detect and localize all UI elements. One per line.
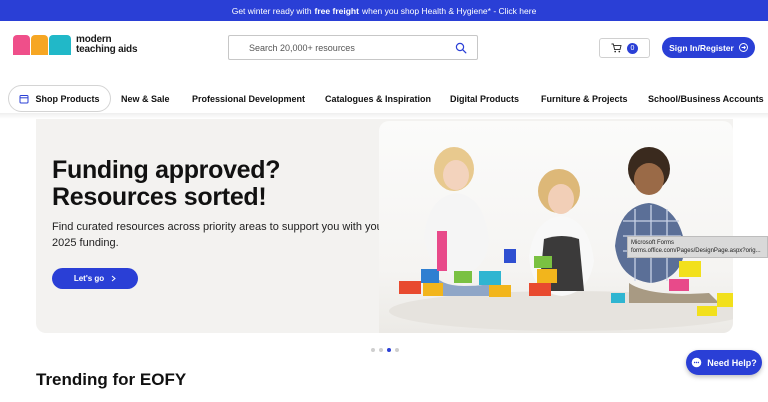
tooltip-title: Microsoft Forms (631, 240, 675, 246)
carousel-dot[interactable] (395, 348, 399, 352)
children-blocks-illustration-icon (389, 147, 733, 331)
cart-count-badge: 0 (627, 42, 638, 54)
carousel-dot[interactable] (379, 348, 383, 352)
search-icon[interactable] (455, 42, 467, 54)
shop-products-button[interactable]: Shop Products (8, 85, 111, 112)
search-box[interactable] (228, 35, 478, 60)
need-help-label: Need Help? (707, 357, 757, 368)
promo-banner[interactable]: Get winter ready with free freight when … (0, 0, 768, 21)
sign-in-register-button[interactable]: Sign In/Register (662, 37, 755, 58)
hero-title: Funding approved? Resources sorted! (52, 156, 281, 211)
trending-heading: Trending for EOFY (36, 370, 187, 389)
promo-suffix: when you shop Health & Hygiene* - Click … (361, 5, 537, 16)
link-preview-tooltip: Microsoft Forms forms.office.com/Pages/D… (627, 236, 768, 258)
main-nav: Shop Products New & Sale Professional De… (0, 85, 768, 113)
lets-go-label: Let's go (73, 274, 105, 283)
carousel-dots (371, 348, 399, 352)
chevron-right-icon (111, 275, 116, 282)
nav-item-new-sale[interactable]: New & Sale (121, 94, 170, 104)
carousel-dot[interactable] (371, 348, 375, 352)
nav-item-school-business-accounts[interactable]: School/Business Accounts (648, 94, 764, 104)
lets-go-button[interactable]: Let's go (52, 268, 138, 289)
promo-prefix: Get winter ready with (231, 5, 312, 16)
promo-bold: free freight (314, 5, 359, 16)
chat-bubble-icon (691, 357, 702, 368)
hero-title-line1: Funding approved? (52, 156, 281, 184)
nav-item-furniture-projects[interactable]: Furniture & Projects (541, 94, 628, 104)
arrow-right-circle-icon (738, 43, 748, 52)
nav-item-professional-development[interactable]: Professional Development (192, 94, 305, 104)
tooltip-url: forms.office.com/Pages/DesignPage.aspx?o… (631, 248, 761, 254)
hero-title-line2: Resources sorted! (52, 183, 267, 211)
sign-in-label: Sign In/Register (669, 42, 734, 53)
logo-line2: teaching aids (76, 44, 138, 55)
logo-mark-icon (13, 35, 71, 55)
shop-products-label: Shop Products (35, 93, 100, 104)
need-help-button[interactable]: Need Help? (686, 350, 762, 375)
carousel-dot-active[interactable] (387, 348, 391, 352)
nav-item-catalogues[interactable]: Catalogues & Inspiration (325, 94, 431, 104)
hero-subtitle: Find curated resources across priority a… (52, 221, 387, 249)
search-input[interactable] (249, 42, 455, 53)
hero-banner: Funding approved? Resources sorted! Find… (36, 119, 733, 333)
hero-image-children-playing-blocks (379, 121, 733, 333)
logo-text: modern teaching aids (76, 35, 138, 55)
site-logo[interactable]: modern teaching aids (13, 35, 138, 55)
cart-button[interactable]: 0 (599, 38, 650, 58)
site-header: modern teaching aids 0 Sign In/Register (0, 21, 768, 77)
calendar-grid-icon (19, 94, 29, 103)
nav-item-digital-products[interactable]: Digital Products (450, 94, 519, 104)
cart-icon (611, 43, 622, 53)
